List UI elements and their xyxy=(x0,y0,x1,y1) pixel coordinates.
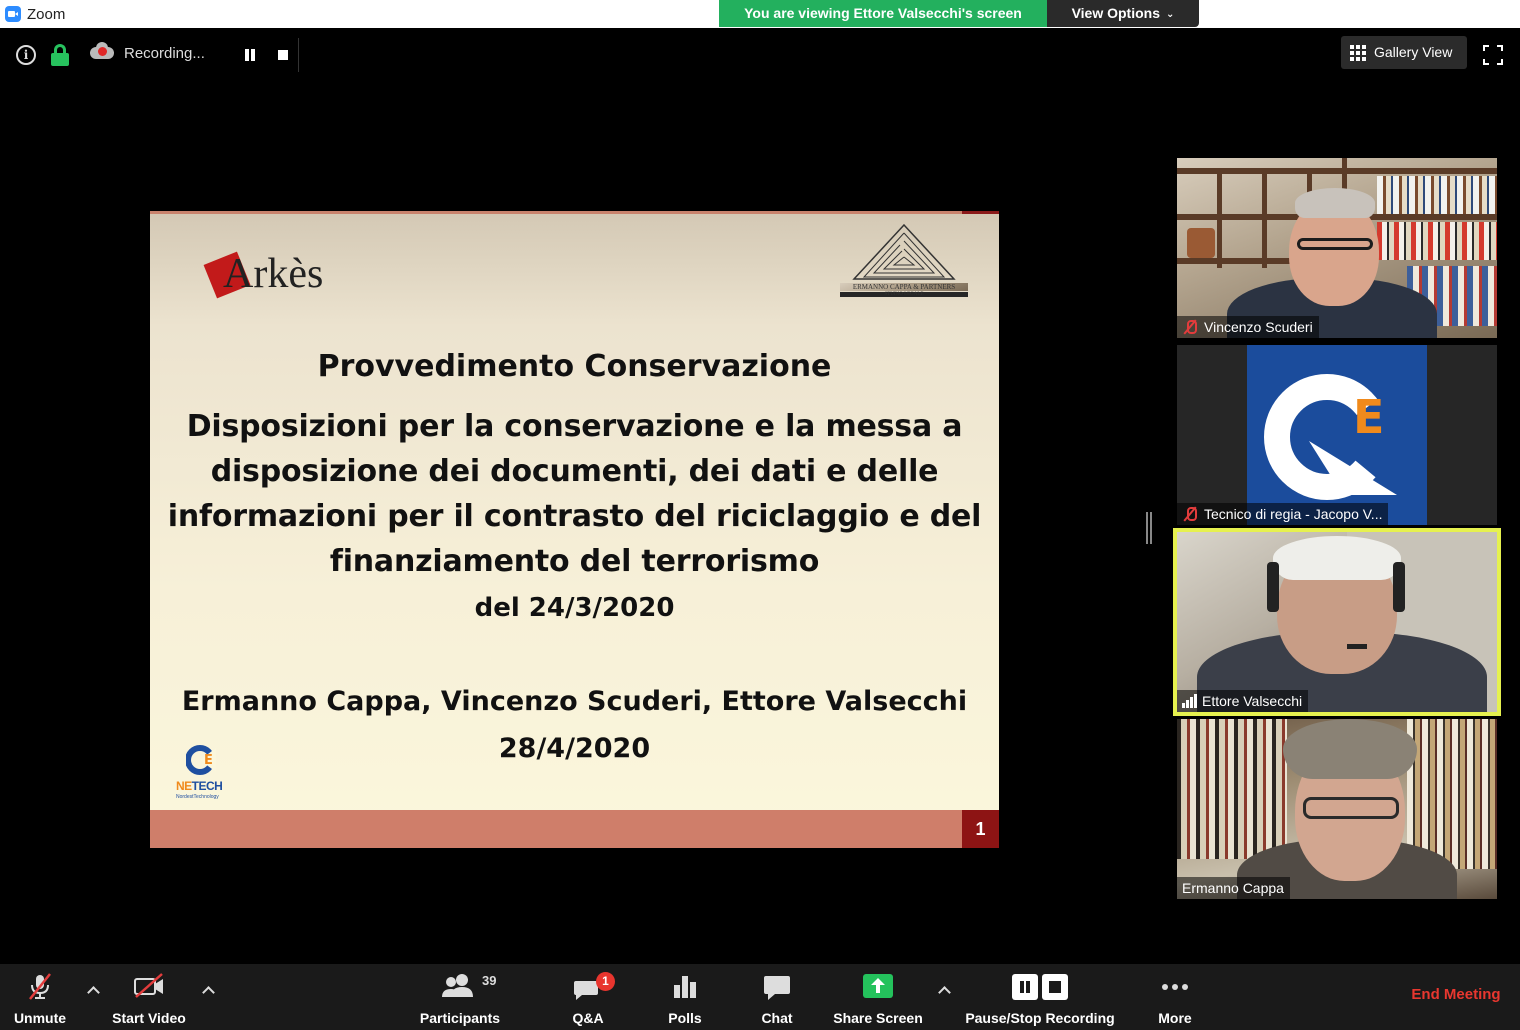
arkes-logo: Arkès xyxy=(203,249,355,299)
meeting-topbar: i Recording... Gallery View xyxy=(0,28,1520,80)
slide-title: Provvedimento Conservazione xyxy=(317,349,832,384)
slide-subtitle: Disposizioni per la conservazione e la m… xyxy=(150,404,999,584)
signal-strength-icon xyxy=(1182,694,1198,708)
netech-wordmark: NETECH xyxy=(176,779,223,793)
more-button[interactable]: More xyxy=(1140,964,1210,1030)
chat-label: Chat xyxy=(761,1010,793,1026)
view-options-button[interactable]: View Options ⌄ xyxy=(1047,0,1199,27)
slide-date: del 24/3/2020 xyxy=(474,593,675,623)
pause-stop-recording-icon xyxy=(1012,974,1068,1000)
svg-text:E: E xyxy=(1353,390,1384,444)
video-tile-ettore-valsecchi[interactable]: Ettore Valsecchi xyxy=(1173,528,1501,716)
netech-mark-icon: E xyxy=(186,745,216,775)
unmute-button[interactable]: Unmute xyxy=(0,964,80,1030)
participants-button[interactable]: 39 Participants xyxy=(410,964,510,1030)
polls-bar-chart-icon xyxy=(674,976,696,998)
pause-recording-icon[interactable] xyxy=(244,49,256,61)
start-video-button[interactable]: Start Video xyxy=(104,964,194,1030)
participant-name: Vincenzo Scuderi xyxy=(1204,319,1313,335)
participant-name: Ermanno Cappa xyxy=(1182,880,1284,896)
video-tile-tecnico-di-regia[interactable]: E Tecnico di regia - Jacopo V... xyxy=(1177,345,1497,525)
start-video-label: Start Video xyxy=(112,1010,186,1026)
ecp-logo-line2: STUDIO LEGALE xyxy=(840,292,968,297)
mic-muted-icon xyxy=(1182,506,1198,522)
netech-avatar-logo: E xyxy=(1247,345,1427,525)
video-options-caret-icon[interactable] xyxy=(202,984,214,996)
participant-name-tag: Vincenzo Scuderi xyxy=(1177,316,1319,338)
slide-subtitle-line: disposizione dei documenti, dei dati e d… xyxy=(210,454,939,489)
chat-button[interactable]: Chat xyxy=(742,964,812,1030)
cloud-recording-icon xyxy=(90,42,114,60)
view-options-label: View Options xyxy=(1071,5,1161,21)
window-title: Zoom xyxy=(27,6,66,23)
labyrinth-pyramid-icon xyxy=(852,223,956,280)
share-screen-button[interactable]: Share Screen xyxy=(828,964,928,1030)
pause-stop-recording-button[interactable]: Pause/Stop Recording xyxy=(962,964,1118,1030)
slide-page-number: 1 xyxy=(962,810,999,848)
microphone-muted-icon xyxy=(29,973,51,1000)
slide-top-rule xyxy=(150,211,999,214)
grid-icon xyxy=(1350,45,1366,61)
mic-muted-icon xyxy=(1182,319,1198,335)
slide-subtitle-line: Disposizioni per la conservazione e la m… xyxy=(186,409,963,444)
zoom-app-icon xyxy=(5,6,21,22)
participants-label: Participants xyxy=(419,1010,501,1026)
viewing-screen-banner: You are viewing Ettore Valsecchi's scree… xyxy=(719,0,1047,27)
more-dots-icon xyxy=(1162,984,1188,990)
qa-button[interactable]: 1 Q&A xyxy=(548,964,628,1030)
qa-notification-badge: 1 xyxy=(596,972,615,991)
netech-tagline: NordestTechnology xyxy=(176,794,219,800)
svg-text:E: E xyxy=(204,753,213,768)
zoom-window: Zoom You are viewing Ettore Valsecchi's … xyxy=(0,0,1520,1030)
gallery-view-button[interactable]: Gallery View xyxy=(1341,36,1467,69)
ecp-logo-line1: ERMANNO CAPPA & PARTNERS xyxy=(840,283,968,291)
video-tile-vincenzo-scuderi[interactable]: Vincenzo Scuderi xyxy=(1177,158,1497,338)
share-options-caret-icon[interactable] xyxy=(938,984,950,996)
recording-status: Recording... xyxy=(124,45,205,62)
netech-wordmark-tech: TECH xyxy=(191,779,223,793)
arkes-logo-text: Arkès xyxy=(223,251,324,297)
meeting-info-icon[interactable]: i xyxy=(16,45,36,65)
slide-top-accent xyxy=(962,211,999,214)
participant-name-tag: Ermanno Cappa xyxy=(1177,877,1290,899)
ermanno-cappa-partners-logo: ERMANNO CAPPA & PARTNERS STUDIO LEGALE xyxy=(840,223,968,303)
slide-footer-band xyxy=(150,810,999,848)
encryption-lock-icon[interactable] xyxy=(51,44,69,66)
share-screen-label: Share Screen xyxy=(833,1010,923,1026)
qa-label: Q&A xyxy=(572,1010,604,1026)
participant-name: Tecnico di regia - Jacopo V... xyxy=(1204,506,1383,522)
video-tile-ermanno-cappa[interactable]: Ermanno Cappa xyxy=(1177,719,1497,899)
fullscreen-icon[interactable] xyxy=(1483,45,1503,65)
participant-name-tag: Ettore Valsecchi xyxy=(1177,690,1309,712)
slide-subtitle-line: informazioni per il contrasto del ricicl… xyxy=(167,499,982,534)
chat-bubble-icon xyxy=(764,976,790,1000)
share-screen-arrow-icon xyxy=(863,974,893,998)
netech-wordmark-ne: NE xyxy=(176,779,192,793)
participant-name-tag: Tecnico di regia - Jacopo V... xyxy=(1177,503,1389,525)
more-label: More xyxy=(1158,1010,1192,1026)
gallery-view-label: Gallery View xyxy=(1374,44,1453,60)
stop-recording-icon[interactable] xyxy=(278,50,288,60)
netech-logo: E NETECH NordestTechnology xyxy=(176,744,236,802)
slide-presentation-date: 28/4/2020 xyxy=(498,733,651,764)
chevron-down-icon: ⌄ xyxy=(1166,9,1175,20)
participants-count: 39 xyxy=(482,973,497,988)
polls-button[interactable]: Polls xyxy=(650,964,720,1030)
meeting-controls-toolbar: Unmute Start Video 39 Participants 1 Q&A… xyxy=(0,964,1520,1030)
end-meeting-button[interactable]: End Meeting xyxy=(1392,986,1520,1003)
pause-stop-recording-label: Pause/Stop Recording xyxy=(965,1010,1115,1026)
video-camera-off-icon xyxy=(134,973,163,998)
slide-authors: Ermanno Cappa, Vincenzo Scuderi, Ettore … xyxy=(181,686,968,717)
panel-resize-handle[interactable] xyxy=(1146,512,1152,544)
topbar-divider xyxy=(298,38,299,72)
netech-logo-icon: E xyxy=(1264,374,1397,500)
audio-options-caret-icon[interactable] xyxy=(87,984,99,996)
unmute-label: Unmute xyxy=(13,1010,67,1026)
participants-icon xyxy=(442,974,473,997)
shared-screen-slide: Arkès ERMANNO CAPPA & PARTNERS STUDIO LE… xyxy=(150,211,999,848)
polls-label: Polls xyxy=(668,1010,702,1026)
participant-name: Ettore Valsecchi xyxy=(1202,693,1303,709)
slide-subtitle-line: finanziamento del terrorismo xyxy=(329,544,820,579)
